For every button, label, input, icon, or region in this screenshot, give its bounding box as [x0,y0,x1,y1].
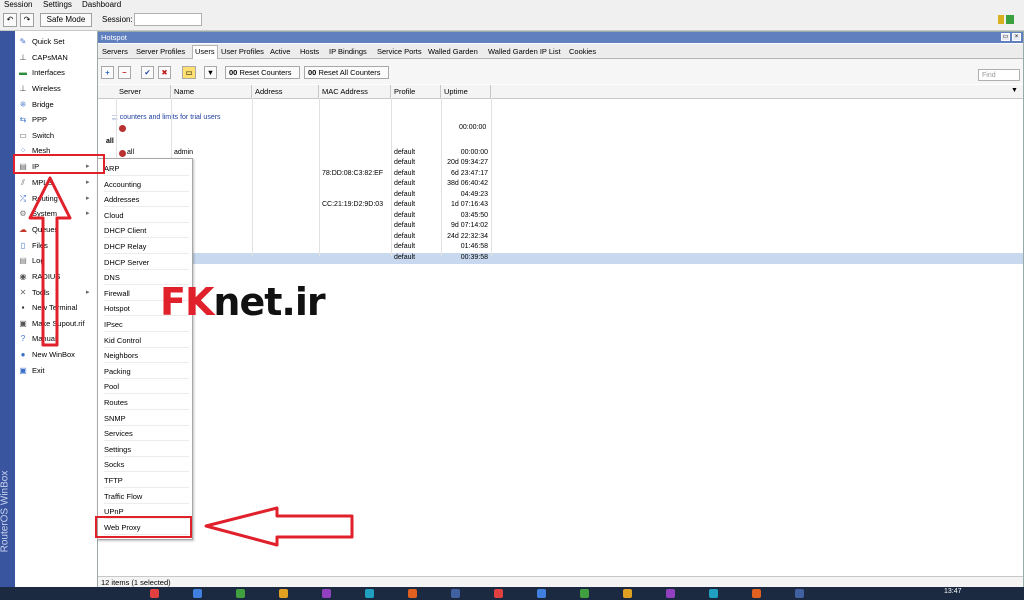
watermark-part1: FK [160,280,214,324]
annotation-arrows [28,176,354,547]
watermark: FKnet.ir [160,280,326,324]
up-arrow-icon [28,176,72,347]
watermark-part2: net.ir [213,280,325,324]
left-arrow-icon [204,506,354,547]
